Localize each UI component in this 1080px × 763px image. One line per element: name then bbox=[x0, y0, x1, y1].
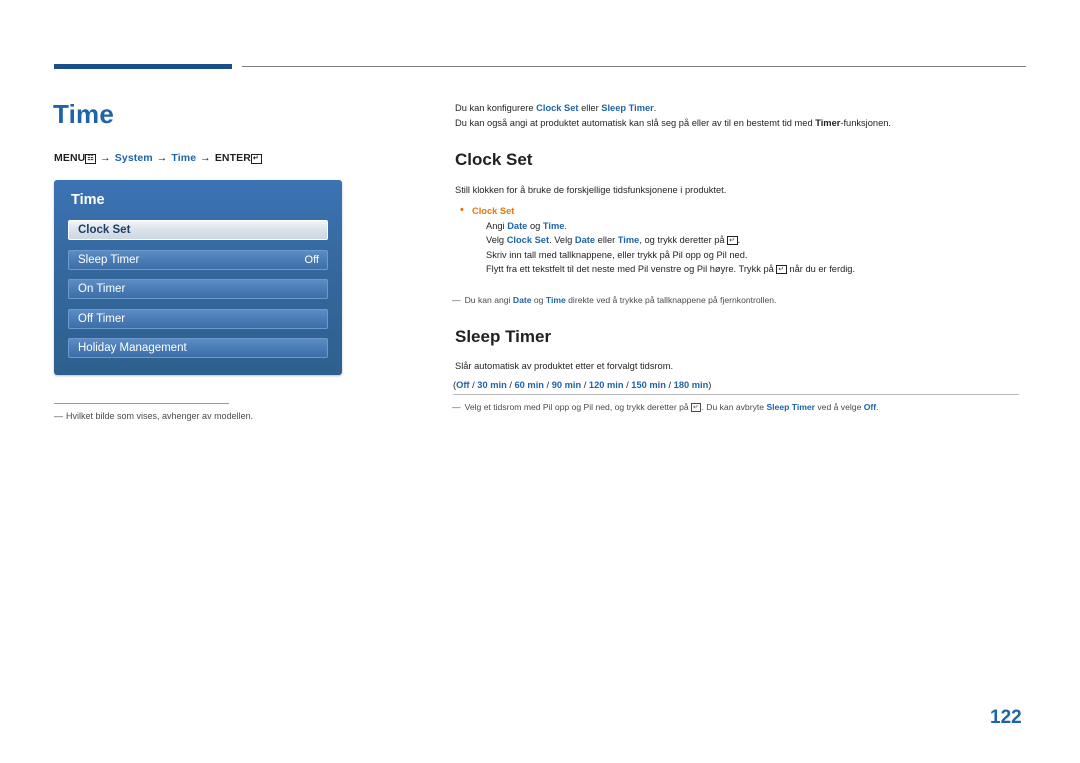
intro-line1-e: . bbox=[653, 103, 657, 113]
options-sep: / bbox=[665, 380, 674, 390]
osd-item-label: Clock Set bbox=[78, 224, 131, 236]
option-180min: 180 min bbox=[673, 380, 709, 390]
clock-set-bullet-block: Clock Set Angi Date og Time. Velg Clock … bbox=[458, 203, 1018, 277]
sleep-timer-paragraph: Slår automatisk av produktet etter et fo… bbox=[455, 361, 674, 371]
page-number: 122 bbox=[990, 707, 1022, 728]
enter-key-icon: ↵ bbox=[691, 403, 702, 412]
left-note-dash: ― bbox=[54, 411, 63, 421]
option-120min: 120 min bbox=[588, 380, 624, 390]
osd-item-label: Holiday Management bbox=[78, 342, 187, 354]
clock-set-line-4: Flytt fra ett tekstfelt til det neste me… bbox=[486, 262, 1018, 277]
enter-key-icon: ↵ bbox=[727, 236, 738, 245]
clock-set-line-1: Angi Date og Time. bbox=[486, 219, 1018, 234]
menu-path: MENU ☷ → System → Time → ENTER ↵ bbox=[54, 152, 262, 164]
section-heading-sleep-timer: Sleep Timer bbox=[455, 327, 552, 346]
menu-path-menu: MENU bbox=[54, 152, 86, 164]
option-150min: 150 min bbox=[631, 380, 666, 390]
enter-key-icon: ↵ bbox=[776, 265, 787, 274]
osd-item-label: Sleep Timer bbox=[78, 253, 140, 266]
note-text-a: Velg et tidsrom med Pil opp og Pil ned, … bbox=[464, 402, 692, 412]
note-text-e: direkte ved å trykke på tallknappene på … bbox=[565, 295, 777, 305]
text-fragment: Flytt fra ett tekstfelt til det neste me… bbox=[486, 264, 777, 274]
menu-path-arrow-3: → bbox=[200, 152, 211, 164]
note-dash: ― bbox=[452, 402, 461, 412]
section-heading-clock-set: Clock Set bbox=[455, 150, 533, 169]
menu-path-arrow-2: → bbox=[156, 152, 168, 164]
intro-sleep-timer: Sleep Timer bbox=[601, 103, 654, 113]
text-fragment: . bbox=[737, 235, 741, 245]
text-fragment: og bbox=[527, 220, 543, 231]
note-dash: ― bbox=[452, 295, 461, 305]
option-off: Off bbox=[456, 380, 470, 390]
note-text-a: Du kan angi bbox=[464, 295, 513, 305]
left-note-divider bbox=[54, 403, 229, 404]
text-fragment: eller bbox=[595, 235, 618, 245]
text-fragment-bold: Date bbox=[507, 220, 528, 231]
header-rule-accent bbox=[54, 64, 232, 69]
osd-item-on-timer[interactable]: On Timer bbox=[68, 279, 328, 299]
clock-set-paragraph: Still klokken for å bruke de forskjellig… bbox=[455, 185, 727, 195]
osd-menu-list: Clock Set Sleep Timer Off On Timer Off T… bbox=[68, 220, 328, 368]
option-90min: 90 min bbox=[551, 380, 582, 390]
option-60min: 60 min bbox=[514, 380, 544, 390]
options-sep: / bbox=[581, 380, 589, 390]
intro-clock-set: Clock Set bbox=[536, 103, 579, 113]
options-sep: / bbox=[543, 380, 552, 390]
note-text-c: og bbox=[531, 295, 546, 305]
note-text-b: . Du kan avbryte bbox=[701, 402, 767, 412]
osd-item-clock-set[interactable]: Clock Set bbox=[68, 220, 328, 240]
options-sep: / bbox=[506, 380, 515, 390]
note-date: Date bbox=[512, 295, 532, 305]
text-fragment: . bbox=[564, 220, 567, 231]
page-title: Time bbox=[53, 99, 115, 129]
menu-path-arrow-1: → bbox=[100, 152, 111, 164]
text-fragment-bold: Date bbox=[574, 235, 596, 245]
intro-paragraph: Du kan konfigurere Clock Set eller Sleep… bbox=[455, 101, 1015, 131]
text-fragment: , og trykk deretter på bbox=[639, 235, 728, 245]
text-fragment: . Velg bbox=[549, 235, 575, 245]
intro-line1-a: Du kan konfigurere bbox=[455, 103, 537, 113]
osd-item-label: Off Timer bbox=[78, 312, 126, 325]
menu-icon: ☷ bbox=[85, 154, 97, 164]
options-suffix: ) bbox=[708, 380, 712, 390]
osd-title: Time bbox=[71, 192, 105, 208]
menu-path-system: System bbox=[114, 152, 153, 164]
sleep-timer-note: ― Velg et tidsrom med Pil opp og Pil ned,… bbox=[452, 401, 1022, 414]
menu-path-time: Time bbox=[171, 152, 197, 164]
header-rule-thin bbox=[242, 66, 1026, 67]
intro-line2-c: -funksjonen. bbox=[840, 118, 892, 128]
menu-path-enter: ENTER bbox=[214, 152, 251, 164]
text-fragment-bold: Time bbox=[617, 235, 640, 245]
text-fragment: når du er ferdig. bbox=[786, 264, 856, 274]
clock-set-line-2: Velg Clock Set. Velg Date eller Time, og… bbox=[486, 233, 1018, 248]
intro-line1-c: eller bbox=[578, 103, 602, 113]
sleep-timer-options: (Off / 30 min / 60 min / 90 min / 120 mi… bbox=[453, 380, 1019, 395]
text-fragment-bold: Time bbox=[542, 220, 565, 231]
note-text-f: . bbox=[876, 402, 879, 412]
clock-set-bullet-lines: Angi Date og Time. Velg Clock Set. Velg … bbox=[458, 219, 1018, 277]
left-note: ― Hvilket bilde som vises, avhenger av mo… bbox=[54, 411, 253, 421]
note-off: Off bbox=[863, 402, 877, 412]
text-fragment-bold: Clock Set bbox=[506, 235, 550, 245]
intro-timer: Timer bbox=[815, 118, 841, 128]
clock-set-bullet-title: Clock Set bbox=[458, 203, 1018, 219]
osd-item-label: On Timer bbox=[78, 283, 126, 295]
osd-panel: Time Clock Set Sleep Timer Off On Timer … bbox=[54, 180, 342, 375]
text-fragment: Velg bbox=[486, 235, 507, 245]
note-time: Time bbox=[545, 295, 566, 305]
osd-item-holiday-management[interactable]: Holiday Management bbox=[68, 338, 328, 358]
text-fragment: Skriv inn tall med tallknappene, eller t… bbox=[486, 249, 748, 260]
note-text-d: ved å velge bbox=[815, 402, 864, 412]
note-sleep-timer: Sleep Timer bbox=[766, 402, 815, 412]
clock-set-note: ― Du kan angi Date og Time direkte ved å … bbox=[452, 294, 1012, 307]
osd-item-off-timer[interactable]: Off Timer bbox=[68, 308, 328, 329]
option-30min: 30 min bbox=[477, 380, 507, 390]
intro-line2-a: Du kan også angi at produktet automatisk… bbox=[455, 118, 816, 128]
osd-item-sleep-timer[interactable]: Sleep Timer Off bbox=[68, 249, 328, 270]
clock-set-line-3: Skriv inn tall med tallknappene, eller t… bbox=[486, 248, 1018, 263]
enter-key-icon: ↵ bbox=[250, 154, 262, 164]
text-fragment: Angi bbox=[486, 220, 508, 231]
left-note-text: Hvilket bilde som vises, avhenger av mod… bbox=[66, 411, 254, 421]
osd-item-value: Off bbox=[304, 253, 319, 266]
